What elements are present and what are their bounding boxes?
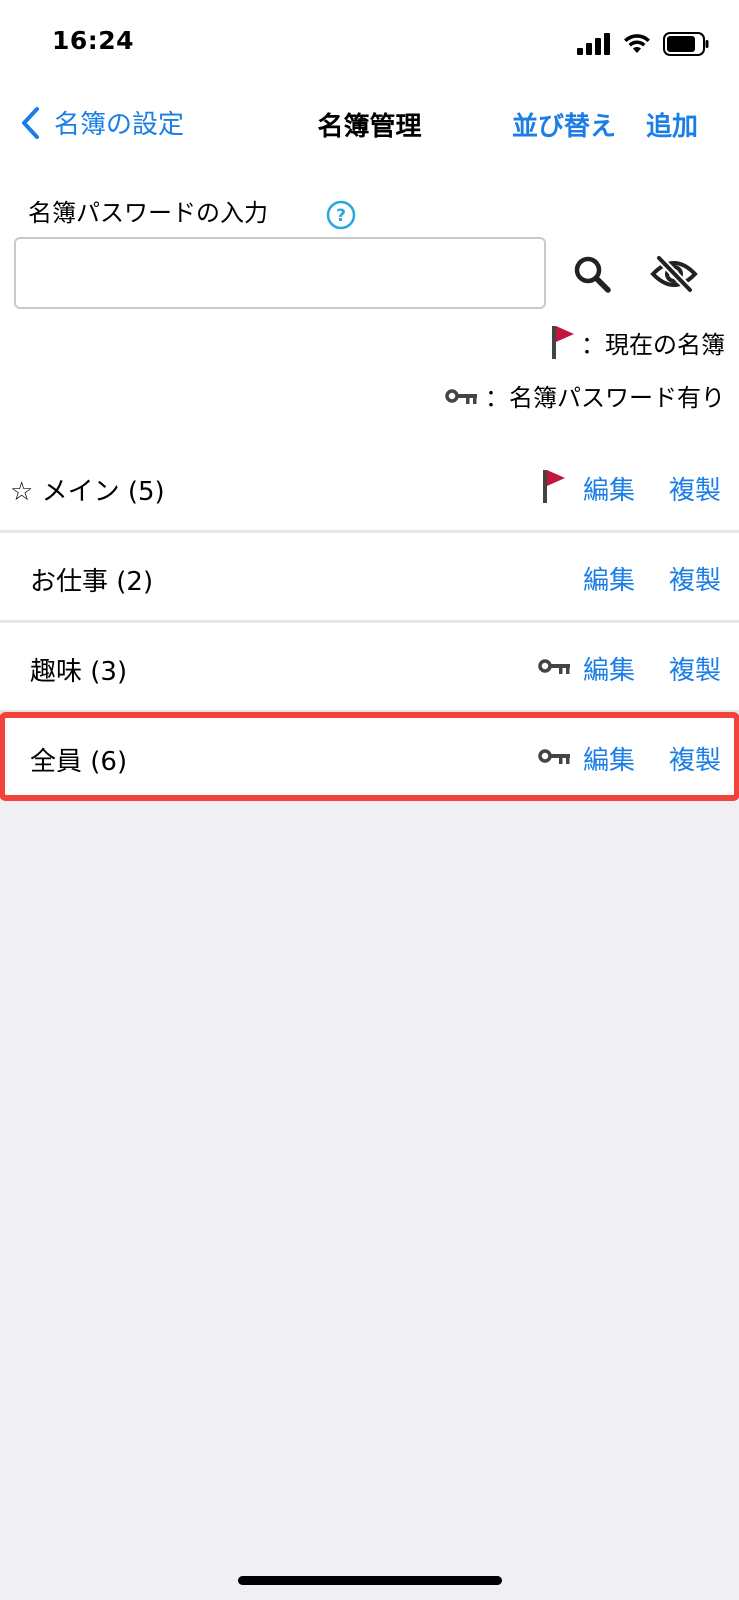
help-icon[interactable]: ? <box>326 200 356 230</box>
legend-key-text: ：名簿パスワード有り <box>485 384 725 412</box>
cellular-signal-icon <box>577 33 610 55</box>
sort-button[interactable]: 並び替え <box>512 106 616 143</box>
status-time: 16:24 <box>52 26 135 55</box>
search-icon[interactable] <box>572 254 612 294</box>
legend-flag-text: ：現在の名簿 <box>581 330 725 359</box>
roster-row-selected[interactable]: 全員 (6) 編集 複製 <box>0 712 739 801</box>
legend-current-roster: ：現在の名簿 <box>549 324 725 360</box>
roster-row[interactable]: ☆ メイン (5) 編集 複製 <box>0 443 739 533</box>
duplicate-button[interactable]: 複製 <box>669 740 721 777</box>
home-indicator[interactable] <box>238 1576 502 1585</box>
edit-button[interactable]: 編集 <box>583 470 635 507</box>
duplicate-button[interactable]: 複製 <box>669 650 721 687</box>
add-button[interactable]: 追加 <box>646 106 698 143</box>
status-icons <box>577 32 709 56</box>
flag-icon <box>549 324 575 360</box>
battery-icon <box>663 32 709 56</box>
roster-list: ☆ メイン (5) 編集 複製 お仕事 (2) 編集 複製 趣味 (3) 編集 … <box>0 443 739 801</box>
roster-name: ☆ メイン (5) <box>10 477 165 507</box>
roster-row[interactable]: お仕事 (2) 編集 複製 <box>0 533 739 623</box>
visibility-off-icon[interactable] <box>650 254 698 294</box>
legend-password-protected: ：名簿パスワード有り <box>445 378 725 413</box>
roster-name: お仕事 (2) <box>30 567 154 597</box>
edit-button[interactable]: 編集 <box>583 560 635 597</box>
password-input[interactable] <box>14 237 546 309</box>
roster-name: 趣味 (3) <box>30 657 128 687</box>
key-icon <box>445 386 479 406</box>
duplicate-button[interactable]: 複製 <box>669 470 721 507</box>
page-title: 名簿管理 <box>317 112 422 142</box>
flag-icon <box>538 467 568 505</box>
roster-name: 全員 (6) <box>30 747 128 777</box>
roster-row[interactable]: 趣味 (3) 編集 複製 <box>0 623 739 713</box>
key-icon <box>538 737 572 775</box>
svg-text:?: ? <box>336 206 346 226</box>
edit-button[interactable]: 編集 <box>583 650 635 687</box>
password-label: 名簿パスワードの入力 <box>28 199 268 227</box>
duplicate-button[interactable]: 複製 <box>669 560 721 597</box>
key-icon <box>538 647 572 685</box>
edit-button[interactable]: 編集 <box>583 740 635 777</box>
wifi-icon <box>624 34 650 53</box>
